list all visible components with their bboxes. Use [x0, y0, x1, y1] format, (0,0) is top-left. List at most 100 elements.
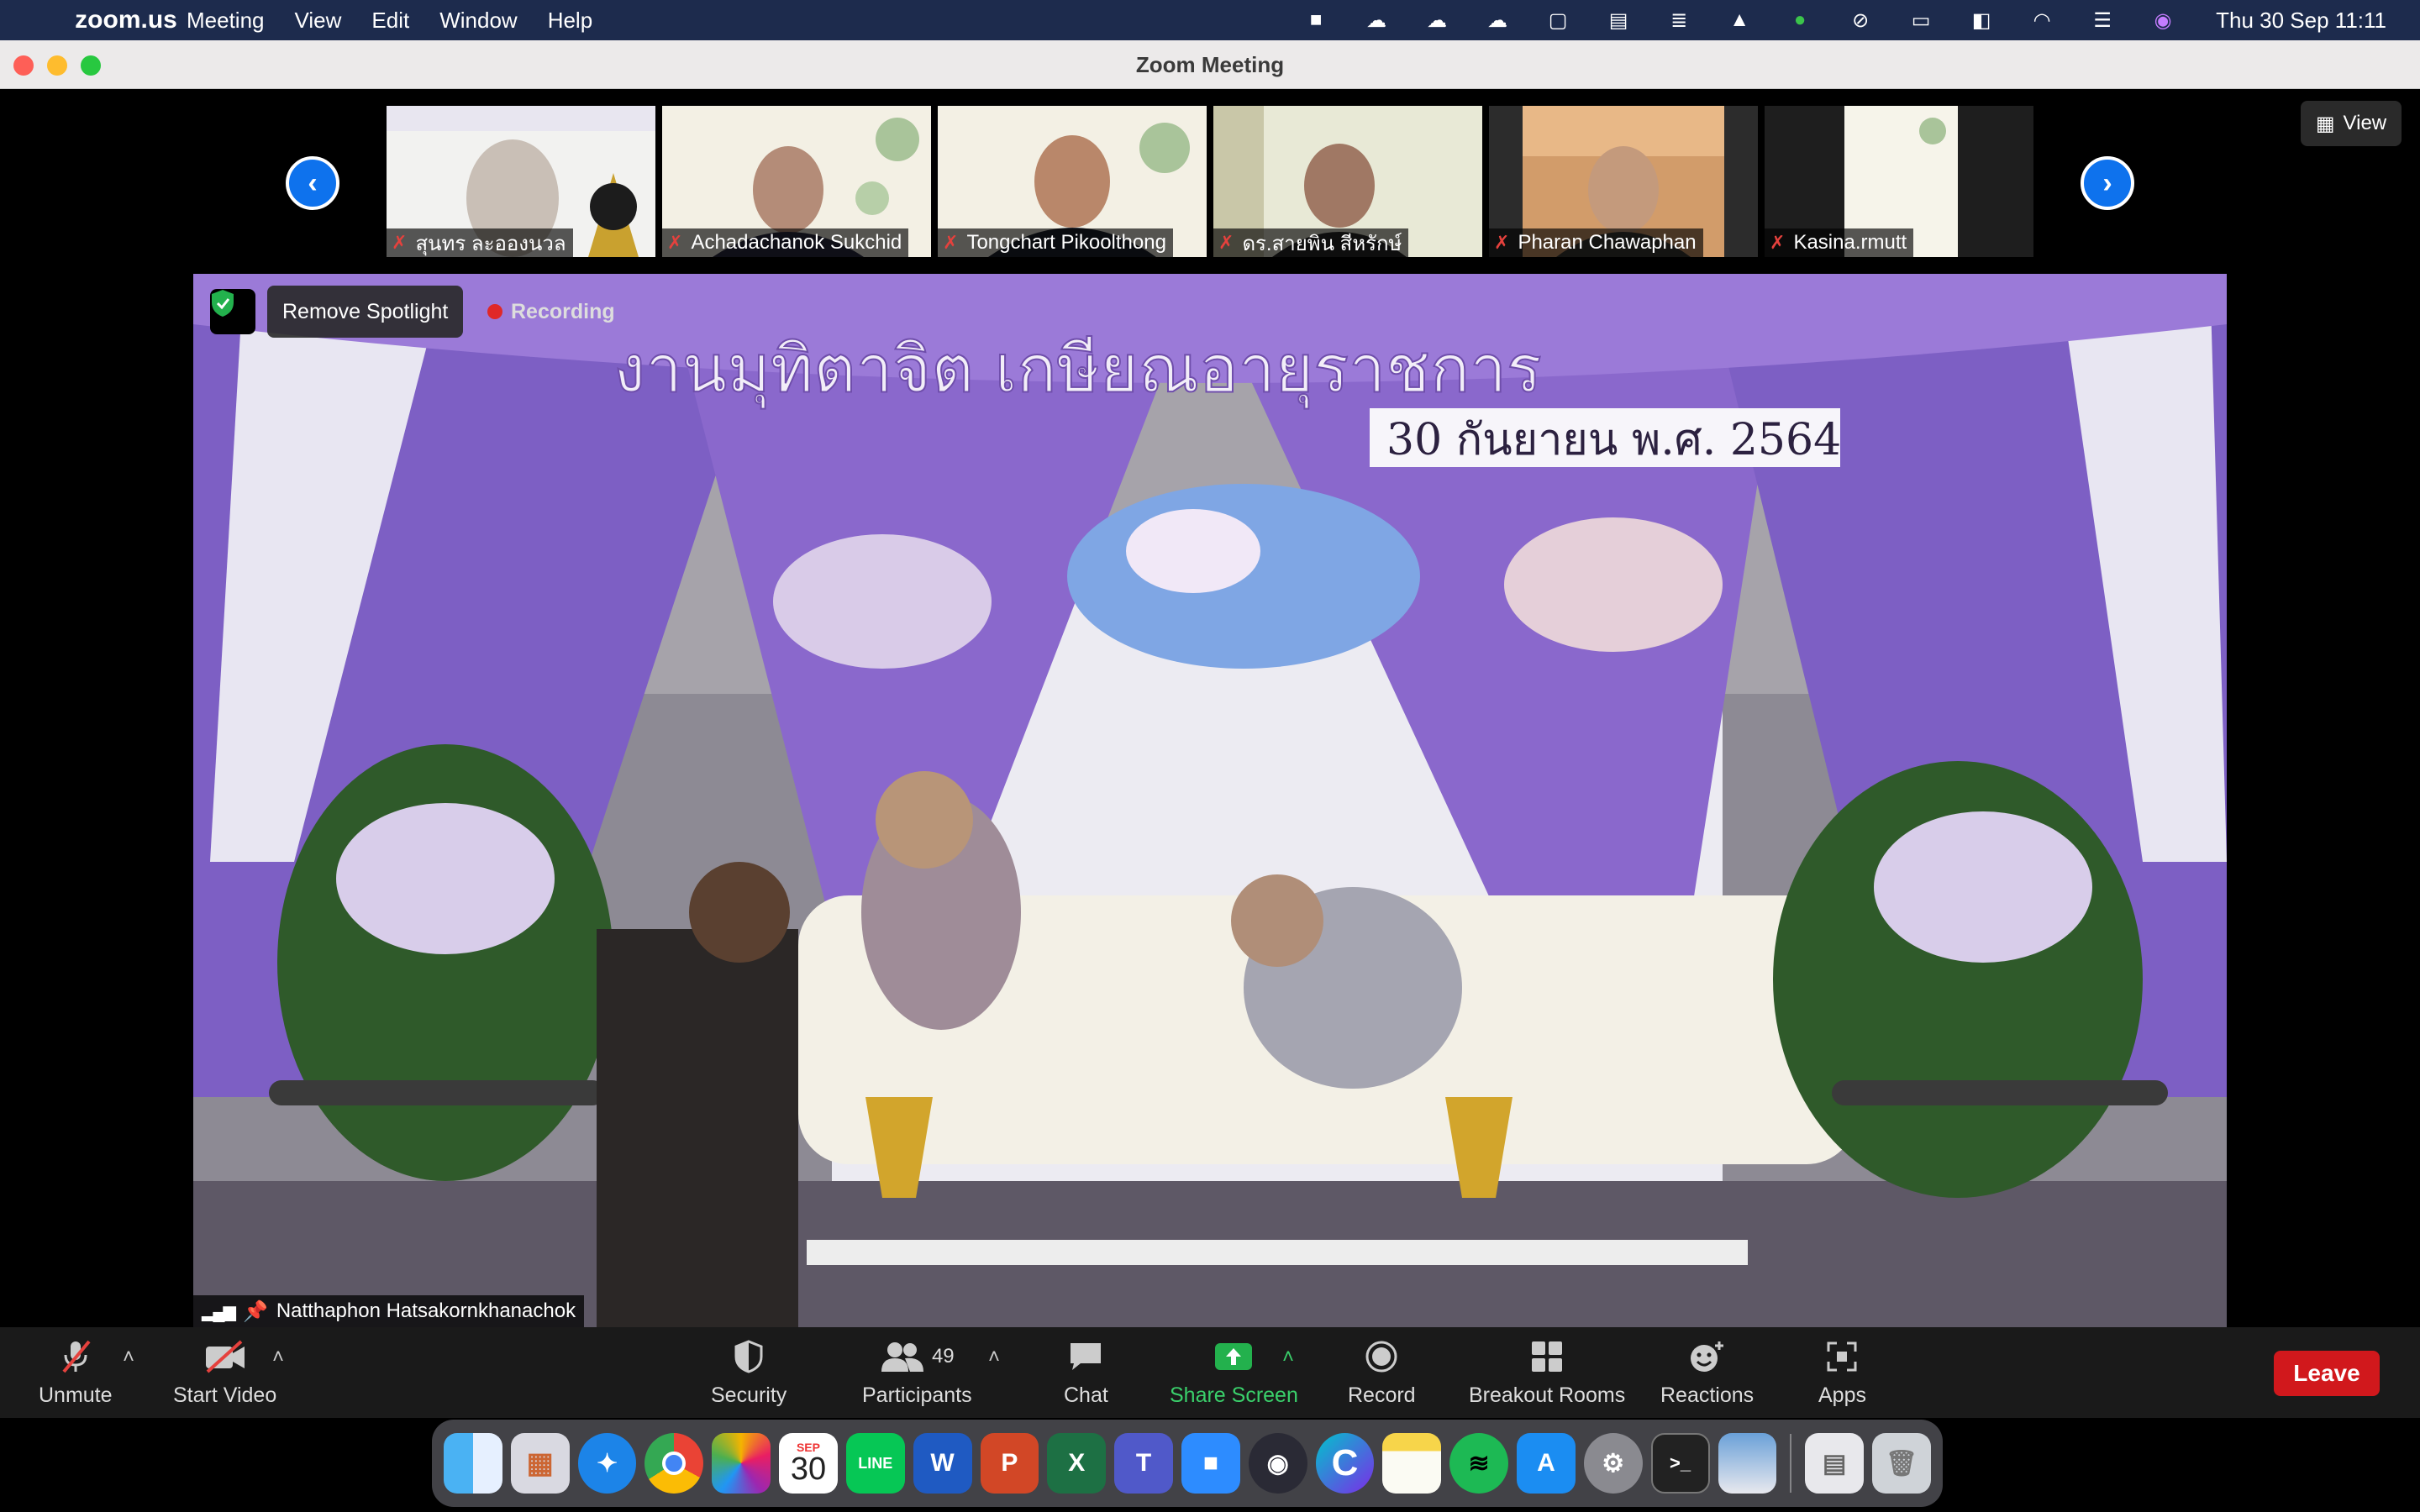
reactions-button[interactable]: Reactions — [1660, 1327, 1754, 1418]
participant-tile[interactable]: ✗ Kasina.rmutt — [1765, 106, 2033, 257]
mute-icon[interactable]: ⊘ — [1846, 8, 1875, 33]
view-button[interactable]: ▦ View — [2301, 101, 2402, 146]
teams-icon[interactable]: T — [1114, 1433, 1173, 1494]
participants-label: Participants — [862, 1383, 972, 1407]
participants-icon-wrap: 49 — [880, 1338, 955, 1375]
audio-options-caret-icon[interactable]: ˄ — [123, 1346, 134, 1369]
participant-tile[interactable]: ✗ Pharan Chawaphan — [1489, 106, 1758, 257]
documents-folder-icon[interactable]: ▤ — [1805, 1433, 1865, 1494]
muted-mic-icon: ✗ — [1494, 232, 1510, 253]
siri-icon[interactable]: ◉ — [2149, 8, 2177, 33]
leave-button[interactable]: Leave — [2274, 1351, 2380, 1396]
line-icon[interactable]: ● — [1786, 8, 1814, 33]
breakout-rooms-icon — [1530, 1338, 1564, 1375]
record-button[interactable]: Record — [1348, 1327, 1416, 1418]
security-shield-icon[interactable] — [210, 289, 255, 334]
participants-button[interactable]: 49 Participants — [862, 1327, 972, 1418]
apps-button[interactable]: Apps — [1818, 1327, 1866, 1418]
participant-gallery: ✗ สุนทร ละอองนวล ✗ Achadachanok Sukchid ✗ T… — [387, 106, 2033, 257]
window-title: Zoom Meeting — [1135, 52, 1285, 77]
security-button[interactable]: Security — [711, 1327, 786, 1418]
menubar-clock[interactable]: Thu 30 Sep 11:11 — [2216, 8, 2386, 34]
layout-icon[interactable]: ▤ — [1604, 8, 1633, 33]
line-app-icon[interactable]: LINE — [845, 1433, 905, 1494]
banner-date-text: 30 กันยายน พ.ศ. 2564 — [1386, 415, 1841, 465]
banner-title-text: งานมุทิตาจิต เกษียณอายุราชการ — [613, 332, 1542, 409]
participant-name: ดร.สายพิน สีหรักษ์ — [1242, 232, 1402, 255]
recording-indicator[interactable]: Recording — [479, 286, 623, 338]
participant-name-bar: ✗ Kasina.rmutt — [1765, 228, 1914, 257]
spotlight-video[interactable]: งานมุทิตาจิต เกษียณอายุราชการ 30 กันยายน… — [193, 274, 2227, 1327]
share-screen-icon — [1213, 1338, 1254, 1375]
launchpad-icon[interactable]: ▦ — [510, 1433, 570, 1494]
participant-tile[interactable]: ✗ สุนทร ละอองนวล — [387, 106, 655, 257]
finder-icon[interactable] — [444, 1433, 502, 1494]
notion-icon[interactable]: ◧ — [1967, 8, 1996, 33]
spotify-icon[interactable]: ≋ — [1449, 1433, 1508, 1494]
breakout-rooms-button[interactable]: Breakout Rooms — [1469, 1327, 1625, 1418]
chat-label: Chat — [1064, 1383, 1108, 1407]
chrome-icon[interactable] — [644, 1433, 704, 1494]
participant-name-bar: ✗ Tongchart Pikoolthong — [938, 228, 1173, 257]
meeting-stage: ‹ › ▦ View ✗ สุนทร ละอองนวล ✗ Achadachan… — [0, 89, 2420, 1327]
control-center-icon[interactable]: ☰ — [2088, 8, 2117, 33]
participants-options-caret-icon[interactable]: ˄ — [988, 1346, 1000, 1369]
menu-help[interactable]: Help — [548, 8, 592, 34]
obs-icon[interactable]: ◉ — [1248, 1433, 1307, 1494]
unmute-label: Unmute — [39, 1383, 113, 1407]
cloud-icon[interactable]: ☁ — [1423, 8, 1451, 33]
remove-spotlight-button[interactable]: Remove Spotlight — [267, 286, 464, 338]
terminal-icon[interactable]: >_ — [1650, 1433, 1710, 1494]
word-icon[interactable]: W — [913, 1433, 972, 1494]
gallery-next-button[interactable]: › — [2081, 156, 2134, 210]
participant-tile[interactable]: ✗ ดร.สายพิน สีหรักษ์ — [1213, 106, 1482, 257]
photos-icon[interactable] — [712, 1433, 771, 1494]
apps-icon — [1825, 1338, 1859, 1375]
menu-window[interactable]: Window — [439, 8, 517, 34]
menu-view[interactable]: View — [295, 8, 342, 34]
participant-name-bar: ✗ ดร.สายพิน สีหรักษ์ — [1213, 228, 1409, 257]
menu-edit[interactable]: Edit — [371, 8, 409, 34]
participant-name-bar: ✗ สุนทร ละอองนวล — [387, 228, 573, 257]
breakout-rooms-label: Breakout Rooms — [1469, 1383, 1626, 1407]
notes-icon[interactable] — [1382, 1433, 1442, 1494]
calendar-icon[interactable]: SEP 30 — [779, 1433, 838, 1494]
trash-icon[interactable]: 🗑 — [1872, 1433, 1931, 1494]
participant-name-bar: ✗ Achadachanok Sukchid — [662, 228, 909, 257]
muted-mic-icon: ✗ — [1770, 232, 1786, 253]
participant-name: Kasina.rmutt — [1793, 231, 1907, 254]
participants-icon — [881, 1341, 923, 1372]
participant-tile[interactable]: ✗ Tongchart Pikoolthong — [938, 106, 1207, 257]
chat-button[interactable]: Chat — [1064, 1327, 1108, 1418]
recording-dot-icon — [487, 304, 502, 319]
share-screen-button[interactable]: Share Screen — [1170, 1327, 1298, 1418]
system-preferences-icon[interactable]: ⚙ — [1583, 1433, 1643, 1494]
start-video-button[interactable]: Start Video — [173, 1327, 276, 1418]
preview-icon[interactable] — [1718, 1433, 1777, 1494]
zoom-icon[interactable]: ■ — [1181, 1433, 1240, 1494]
reactions-label: Reactions — [1660, 1383, 1754, 1407]
zoom-camera-icon[interactable]: ■ — [1302, 8, 1330, 33]
unmute-button[interactable]: Unmute — [39, 1327, 113, 1418]
cloud-icon[interactable]: ☁ — [1483, 8, 1512, 33]
window-icon[interactable]: ▢ — [1544, 8, 1572, 33]
video-options-caret-icon[interactable]: ˄ — [272, 1346, 284, 1369]
safari-icon[interactable]: ✦ — [577, 1433, 637, 1494]
powerpoint-icon[interactable]: P — [980, 1433, 1039, 1494]
macos-dock: ▦ ✦ SEP 30 LINE W P X T ■ ◉ C ≋ A ⚙ >_ ▤… — [432, 1420, 1943, 1507]
battery-icon[interactable]: ▭ — [1907, 8, 1935, 33]
gallery-prev-button[interactable]: ‹ — [286, 156, 339, 210]
menu-bar: zoom.us Meeting View Edit Window Help ■ … — [0, 0, 2420, 40]
cloud-icon[interactable]: ☁ — [1362, 8, 1391, 33]
stack-icon[interactable]: ≣ — [1665, 8, 1693, 33]
canva-icon[interactable]: C — [1315, 1433, 1375, 1494]
wifi-icon[interactable]: ◠ — [2028, 8, 2056, 33]
participant-tile[interactable]: ✗ Achadachanok Sukchid — [662, 106, 931, 257]
drive-icon[interactable]: ▲ — [1725, 8, 1754, 33]
app-store-icon[interactable]: A — [1517, 1433, 1576, 1494]
menu-meeting[interactable]: Meeting — [187, 8, 265, 34]
spotlight-video-frame: งานมุทิตาจิต เกษียณอายุราชการ 30 กันยายน… — [193, 274, 2227, 1327]
share-options-caret-icon[interactable]: ˄ — [1282, 1346, 1294, 1369]
excel-icon[interactable]: X — [1047, 1433, 1107, 1494]
apps-label: Apps — [1818, 1383, 1866, 1407]
